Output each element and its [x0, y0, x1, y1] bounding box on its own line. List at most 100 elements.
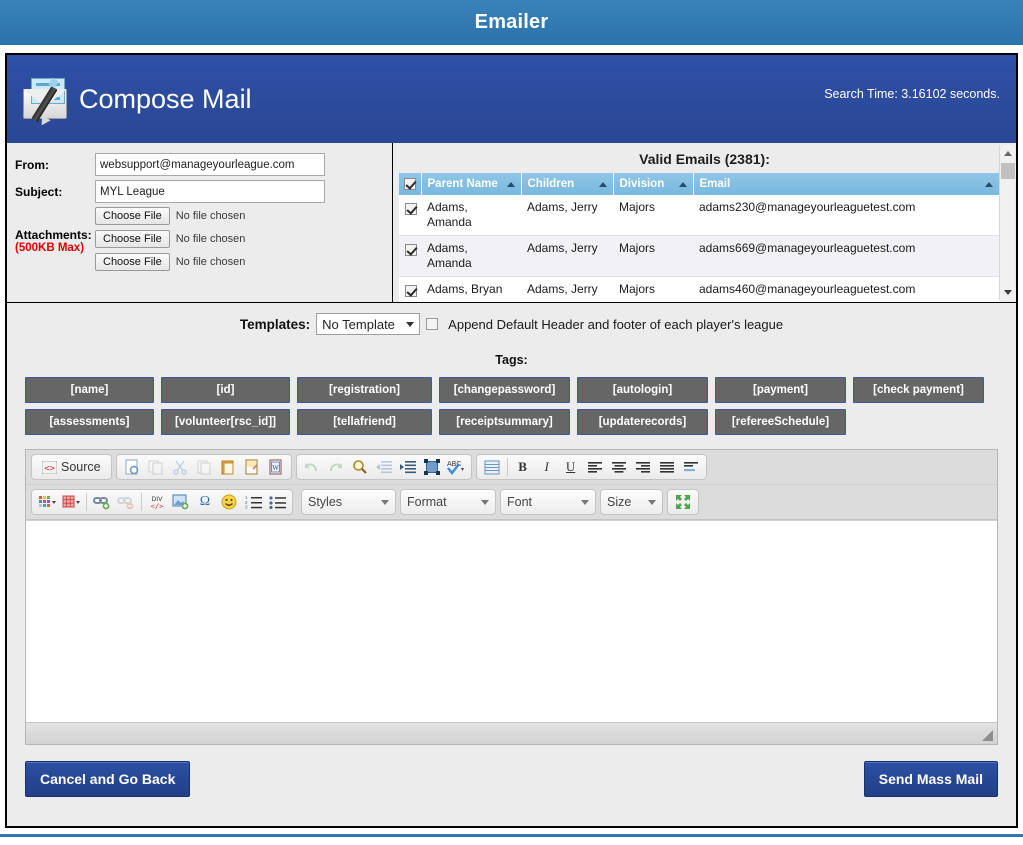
cut-icon[interactable] — [169, 457, 191, 477]
blockquote-icon[interactable] — [680, 457, 702, 477]
spellcheck-icon[interactable]: ABC — [445, 457, 467, 477]
choose-file-button-3[interactable]: Choose File — [95, 253, 170, 271]
special-char-icon[interactable]: Ω — [194, 492, 216, 512]
tag-button-refereeschedule[interactable]: [refereeSchedule] — [715, 409, 846, 435]
from-input[interactable] — [95, 153, 325, 176]
tag-button-tellafriend[interactable]: [tellafriend] — [297, 409, 432, 435]
sort-asc-icon-parent-name[interactable] — [506, 182, 515, 187]
scroll-up-arrow-icon[interactable] — [1000, 145, 1016, 161]
row-checkbox[interactable] — [405, 284, 417, 297]
find-icon[interactable] — [349, 457, 371, 477]
form-table: From: Subject: Attachments: (500KB Max) … — [15, 153, 325, 280]
italic-icon[interactable]: I — [536, 457, 558, 477]
editor-content-area[interactable] — [26, 520, 997, 722]
table-row[interactable]: Adams, Amanda Adams, Jerry Majors adams2… — [399, 195, 1000, 236]
image-icon[interactable] — [170, 492, 192, 512]
subject-input[interactable] — [95, 180, 325, 203]
tag-button-check-payment[interactable]: [check payment] — [853, 377, 984, 403]
tag-button-name[interactable]: [name] — [25, 377, 154, 403]
sort-asc-icon-email[interactable] — [985, 182, 993, 187]
paste-icon[interactable] — [193, 457, 215, 477]
rich-text-editor: <> Source W ABC B I U DIV </> Ω 1 2 3 St… — [25, 449, 998, 745]
choose-file-button-1[interactable]: Choose File — [95, 207, 170, 225]
styles-dropdown[interactable]: Styles — [301, 489, 396, 515]
align-left-icon[interactable] — [584, 457, 606, 477]
select-all-checkbox[interactable] — [403, 177, 416, 190]
smiley-icon[interactable] — [218, 492, 240, 512]
file-input-row-2[interactable]: Choose File No file chosen — [95, 230, 325, 248]
tag-button-assessments[interactable]: [assessments] — [25, 409, 154, 435]
table-row[interactable]: Adams, Amanda Adams, Jerry Majors adams6… — [399, 235, 1000, 277]
file-input-row-3[interactable]: Choose File No file chosen — [95, 253, 325, 271]
column-header-email[interactable]: Email — [693, 173, 1000, 195]
bold-icon[interactable]: B — [512, 457, 534, 477]
select-all-header-cell[interactable] — [399, 173, 422, 195]
tag-button-registration[interactable]: [registration] — [297, 377, 432, 403]
tag-button-payment[interactable]: [payment] — [715, 377, 846, 403]
align-right-icon[interactable] — [632, 457, 654, 477]
maximize-icon[interactable] — [672, 492, 694, 512]
indent-icon[interactable] — [397, 457, 419, 477]
tag-button-autologin[interactable]: [autologin] — [577, 377, 708, 403]
table-row[interactable]: Adams, Bryan Adams, Jerry Majors adams46… — [399, 276, 1000, 302]
paste-text-icon[interactable] — [217, 457, 239, 477]
row-checkbox[interactable] — [405, 202, 417, 215]
new-page-icon[interactable] — [121, 457, 143, 477]
column-label-parent-name: Parent Name — [427, 178, 498, 190]
template-select-wrap[interactable]: No Template — [316, 313, 421, 335]
redo-icon[interactable] — [325, 457, 347, 477]
resize-handle-icon[interactable] — [982, 730, 993, 741]
underline-icon[interactable]: U — [560, 457, 582, 477]
row-select-cell[interactable] — [399, 235, 421, 277]
tag-button-receiptsummary[interactable]: [receiptsummary] — [439, 409, 570, 435]
text-color-icon[interactable] — [36, 492, 58, 512]
valid-emails-title: Valid Emails (2381): — [639, 151, 770, 167]
tag-button-id[interactable]: [id] — [161, 377, 290, 403]
unlink-icon[interactable] — [115, 492, 137, 512]
valid-emails-grid-wrap: Parent Name Children Division Email Adam… — [399, 173, 1000, 302]
size-dropdown[interactable]: Size — [600, 489, 663, 515]
show-blocks-icon[interactable] — [481, 457, 503, 477]
column-header-division[interactable]: Division — [613, 173, 694, 195]
tag-button-updaterecords[interactable]: [updaterecords] — [577, 409, 708, 435]
undo-icon[interactable] — [301, 457, 323, 477]
bulleted-list-icon[interactable] — [266, 492, 288, 512]
row-select-cell[interactable] — [399, 276, 421, 302]
chevron-down-icon — [648, 499, 656, 505]
scrollbar-thumb[interactable] — [1001, 163, 1015, 179]
valid-emails-scrollbar[interactable] — [999, 145, 1015, 300]
scroll-down-arrow-icon[interactable] — [1000, 284, 1016, 300]
align-justify-icon[interactable] — [656, 457, 678, 477]
file-input-row-1[interactable]: Choose File No file chosen — [95, 207, 325, 225]
numbered-list-icon[interactable]: 123 — [242, 492, 264, 512]
from-row: From: — [15, 153, 325, 180]
send-mass-mail-button[interactable]: Send Mass Mail — [863, 761, 998, 797]
link-icon[interactable] — [91, 492, 113, 512]
footer-actions: Cancel and Go Back Send Mass Mail — [7, 745, 1016, 797]
select-all-icon[interactable] — [421, 457, 443, 477]
sort-asc-icon-children[interactable] — [598, 182, 607, 187]
paste-from-word-doc-icon[interactable]: W — [265, 457, 287, 477]
align-center-icon[interactable] — [608, 457, 630, 477]
column-header-children[interactable]: Children — [521, 173, 614, 195]
bg-color-icon[interactable] — [60, 492, 82, 512]
template-select[interactable]: No Template — [316, 313, 421, 335]
font-dropdown[interactable]: Font — [500, 489, 596, 515]
cell-division: Majors — [613, 276, 693, 302]
tag-button-changepassword[interactable]: [changepassword] — [439, 377, 570, 403]
row-checkbox[interactable] — [405, 243, 417, 256]
append-header-footer-checkbox[interactable] — [426, 318, 439, 330]
div-container-icon[interactable]: DIV </> — [146, 492, 168, 512]
cancel-and-go-back-button[interactable]: Cancel and Go Back — [25, 761, 191, 797]
sort-asc-icon-division[interactable] — [678, 182, 687, 187]
column-header-parent-name[interactable]: Parent Name — [421, 173, 522, 195]
source-icon[interactable]: <> Source — [36, 457, 107, 477]
choose-file-button-2[interactable]: Choose File — [95, 230, 170, 248]
tag-button-volunteer[interactable]: [volunteer[rsc_id]] — [161, 409, 290, 435]
outdent-icon[interactable] — [373, 457, 395, 477]
row-select-cell[interactable] — [399, 195, 421, 236]
cell-division: Majors — [613, 195, 693, 236]
paste-from-word-icon[interactable] — [241, 457, 263, 477]
copy-icon[interactable] — [145, 457, 167, 477]
format-dropdown[interactable]: Format — [400, 489, 496, 515]
